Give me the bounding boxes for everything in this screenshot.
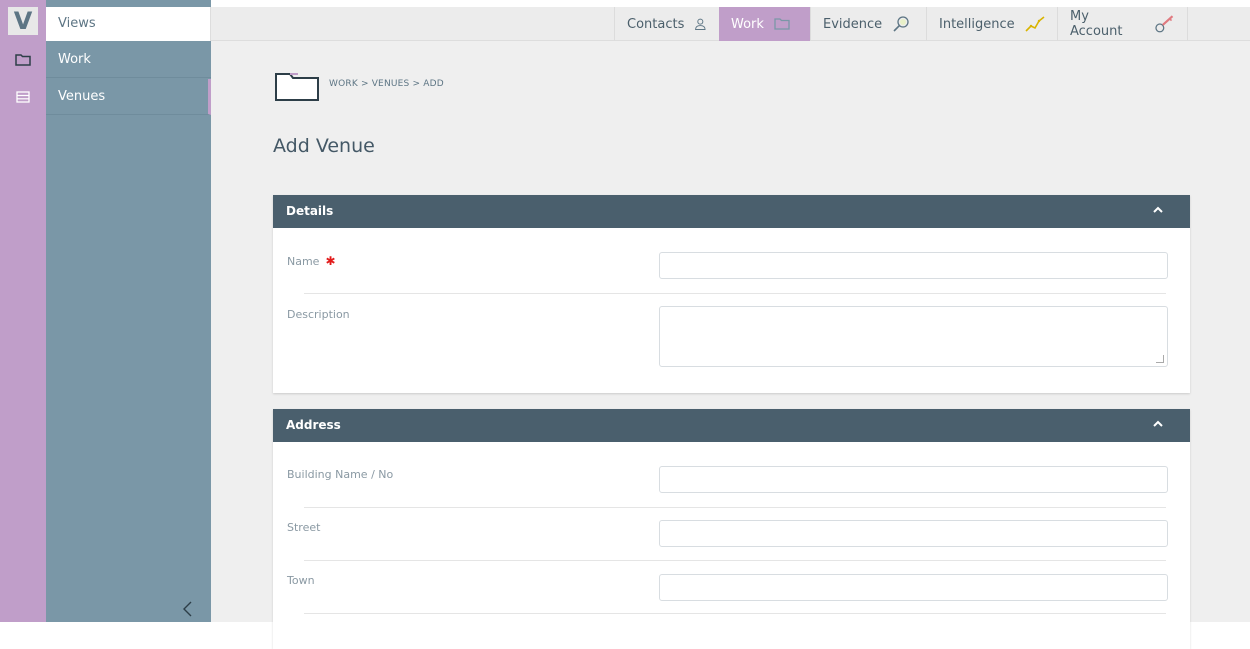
app-logo[interactable]: V (8, 7, 38, 35)
street-label: Street (287, 521, 321, 534)
address-panel-header[interactable]: Address (273, 409, 1190, 442)
folder-icon (774, 18, 790, 30)
breadcrumb-venues[interactable]: VENUES (372, 79, 410, 89)
key-icon (1154, 15, 1173, 33)
building-input[interactable] (659, 466, 1168, 493)
page-title: Add Venue (273, 135, 375, 157)
folder-icon (275, 73, 319, 101)
name-label: Name (287, 255, 320, 268)
street-input[interactable] (659, 520, 1168, 547)
description-label: Description (287, 308, 350, 321)
nav-work[interactable]: Work (719, 7, 810, 41)
details-panel: Details Name ✱ Description (273, 195, 1190, 393)
breadcrumb-separator: > (412, 79, 421, 89)
nav-label: My Account (1070, 9, 1123, 39)
nav-my-account[interactable]: My Account (1057, 7, 1188, 41)
folder-icon (15, 54, 31, 66)
chevron-up-icon[interactable] (1152, 418, 1164, 430)
nav-label: Intelligence (939, 16, 1015, 32)
resize-grip-icon[interactable] (1156, 355, 1164, 363)
sidebar-item-label: Venues (58, 89, 106, 104)
breadcrumb-separator: > (360, 79, 369, 89)
sidebar-item-venues[interactable]: Venues (46, 79, 211, 115)
panel-title: Address (286, 418, 341, 432)
sidebar-header: Views (46, 7, 211, 41)
field-label: Name ✱ (287, 254, 336, 268)
nav-label: Work (731, 16, 764, 32)
sidebar: Views Work Venues (46, 0, 211, 622)
town-input[interactable] (659, 574, 1168, 601)
nav-intelligence[interactable]: Intelligence (926, 7, 1057, 41)
name-input[interactable] (659, 252, 1168, 279)
divider (304, 293, 1166, 294)
divider (304, 613, 1166, 614)
list-icon (16, 91, 30, 103)
nav-label: Contacts (627, 16, 685, 32)
building-label: Building Name / No (287, 468, 394, 481)
collapse-sidebar-icon[interactable] (181, 600, 193, 618)
top-nav: Contacts Work Evidence Intelligence My A… (211, 7, 1250, 41)
nav-evidence[interactable]: Evidence (810, 7, 926, 41)
rail-venues-button[interactable] (8, 79, 38, 115)
details-panel-header[interactable]: Details (273, 195, 1190, 228)
app-rail: V (0, 0, 46, 622)
description-textarea[interactable] (659, 306, 1168, 367)
required-icon: ✱ (325, 254, 336, 268)
person-icon (695, 18, 706, 31)
panel-title: Details (286, 204, 334, 218)
breadcrumb: WORK > VENUES > ADD (329, 79, 444, 89)
divider (304, 560, 1166, 561)
main-content: WORK > VENUES > ADD Add Venue Details Name ✱ … (211, 41, 1250, 649)
chevron-up-icon[interactable] (1152, 204, 1164, 216)
breadcrumb-work[interactable]: WORK (329, 79, 358, 89)
address-panel: Address Building Name / No Street Town (273, 409, 1190, 649)
divider (304, 507, 1166, 508)
nav-contacts[interactable]: Contacts (614, 7, 719, 41)
nav-label: Evidence (823, 16, 883, 32)
rail-work-button[interactable] (8, 42, 38, 78)
sidebar-item-label: Work (58, 52, 91, 67)
town-label: Town (287, 574, 315, 587)
sidebar-item-work[interactable]: Work (46, 42, 211, 78)
logo-letter: V (13, 7, 33, 35)
magnifier-icon (893, 16, 909, 32)
sidebar-header-label: Views (58, 16, 96, 31)
breadcrumb-add: ADD (423, 79, 444, 89)
chart-line-icon (1025, 16, 1045, 32)
